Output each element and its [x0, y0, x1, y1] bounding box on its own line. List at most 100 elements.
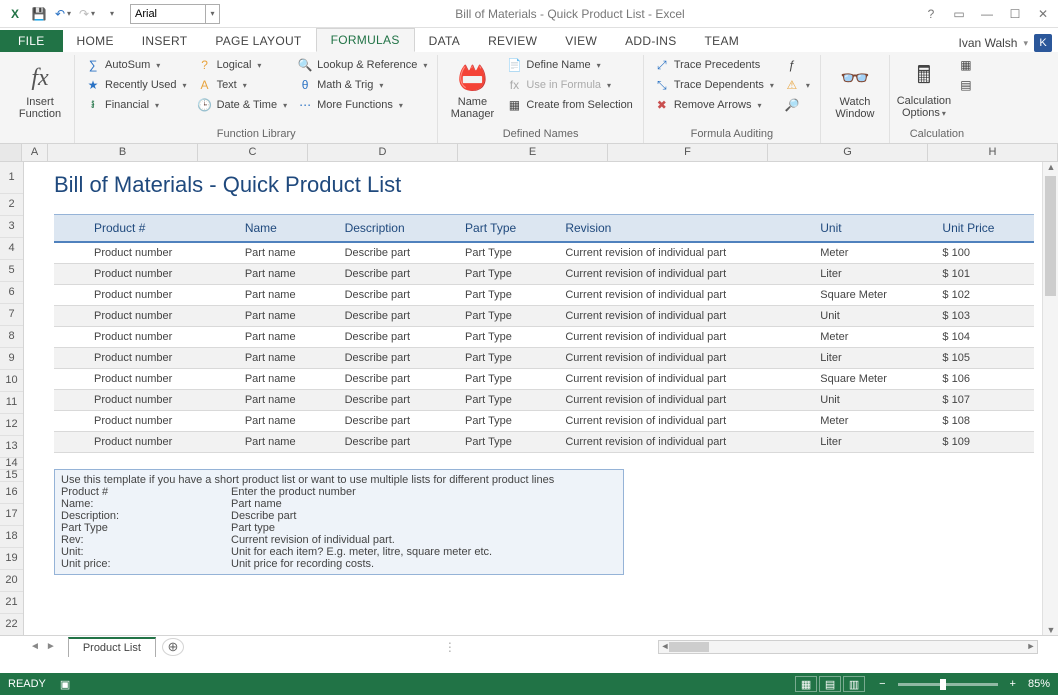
row-header-13[interactable]: 13	[0, 436, 23, 458]
table-cell[interactable]: Current revision of individual part	[555, 285, 810, 306]
row-header-12[interactable]: 12	[0, 414, 23, 436]
more-functions-button[interactable]: ⋯More Functions▾	[293, 95, 431, 115]
table-cell[interactable]: Product number	[54, 285, 235, 306]
zoom-in-button[interactable]: +	[1006, 678, 1020, 690]
tab-page-layout[interactable]: PAGE LAYOUT	[201, 30, 315, 52]
trace-dependents-button[interactable]: ⤡Trace Dependents▾	[650, 75, 778, 95]
create-from-selection-button[interactable]: ▦Create from Selection	[502, 95, 636, 115]
table-row[interactable]: Product numberPart nameDescribe partPart…	[54, 264, 1034, 285]
redo-button[interactable]: ↷▾	[76, 3, 98, 25]
table-header[interactable]: Name	[235, 215, 335, 243]
table-header[interactable]: Part Type	[455, 215, 555, 243]
remove-arrows-button[interactable]: ✖Remove Arrows▾	[650, 95, 778, 115]
table-cell[interactable]: Describe part	[335, 432, 455, 453]
user-name-label[interactable]: Ivan Walsh	[959, 36, 1018, 50]
row-header-11[interactable]: 11	[0, 392, 23, 414]
table-cell[interactable]: Product number	[54, 306, 235, 327]
calculation-options-button[interactable]: 🖩 Calculation Options▾	[896, 55, 952, 126]
tab-home[interactable]: HOME	[63, 30, 128, 52]
table-cell[interactable]: $ 108	[932, 411, 1034, 432]
table-cell[interactable]: Part Type	[455, 348, 555, 369]
user-badge[interactable]: K	[1034, 34, 1052, 52]
table-cell[interactable]: $ 100	[932, 242, 1034, 264]
table-cell[interactable]: $ 103	[932, 306, 1034, 327]
row-header-5[interactable]: 5	[0, 260, 23, 282]
excel-icon[interactable]: X	[4, 3, 26, 25]
row-header-9[interactable]: 9	[0, 348, 23, 370]
table-cell[interactable]: Liter	[810, 432, 932, 453]
table-cell[interactable]: Describe part	[335, 285, 455, 306]
table-cell[interactable]: $ 102	[932, 285, 1034, 306]
table-cell[interactable]: Part name	[235, 411, 335, 432]
table-cell[interactable]: $ 101	[932, 264, 1034, 285]
autosum-button[interactable]: ∑AutoSum▾	[81, 55, 191, 75]
name-manager-button[interactable]: 📛 Name Manager	[444, 55, 500, 126]
scroll-right-button[interactable]: ►	[1025, 641, 1037, 651]
cells-area[interactable]: Bill of Materials - Quick Product List P…	[24, 162, 1058, 635]
date-time-button[interactable]: 🕒Date & Time▾	[193, 95, 292, 115]
column-header-B[interactable]: B	[48, 144, 198, 161]
table-row[interactable]: Product numberPart nameDescribe partPart…	[54, 242, 1034, 264]
table-cell[interactable]: Part Type	[455, 285, 555, 306]
save-button[interactable]: 💾	[28, 3, 50, 25]
table-cell[interactable]: Meter	[810, 411, 932, 432]
zoom-thumb[interactable]	[940, 679, 946, 690]
table-cell[interactable]: Part Type	[455, 432, 555, 453]
vertical-scrollbar[interactable]: ▲ ▼	[1042, 162, 1058, 635]
table-cell[interactable]: Unit	[810, 306, 932, 327]
tab-review[interactable]: REVIEW	[474, 30, 551, 52]
table-cell[interactable]: Part name	[235, 242, 335, 264]
table-cell[interactable]: Part Type	[455, 411, 555, 432]
table-cell[interactable]: Product number	[54, 264, 235, 285]
math-trig-button[interactable]: θMath & Trig▾	[293, 75, 431, 95]
table-cell[interactable]: Current revision of individual part	[555, 306, 810, 327]
table-cell[interactable]: Product number	[54, 432, 235, 453]
table-cell[interactable]: Product number	[54, 348, 235, 369]
row-header-15[interactable]: 15	[0, 470, 23, 482]
vscroll-thumb[interactable]	[1045, 176, 1056, 296]
table-cell[interactable]: $ 107	[932, 390, 1034, 411]
font-name-input[interactable]	[130, 4, 206, 24]
sheet-nav-last[interactable]: ►	[44, 641, 58, 652]
table-row[interactable]: Product numberPart nameDescribe partPart…	[54, 348, 1034, 369]
row-header-18[interactable]: 18	[0, 526, 23, 548]
normal-view-button[interactable]: ▦	[795, 676, 817, 692]
table-cell[interactable]: Part name	[235, 390, 335, 411]
minimize-button[interactable]: —	[976, 7, 998, 21]
evaluate-formula-button[interactable]: 🔎	[780, 95, 814, 115]
table-cell[interactable]: Meter	[810, 327, 932, 348]
table-header[interactable]: Product #	[54, 215, 235, 243]
error-checking-button[interactable]: ⚠▾	[780, 75, 814, 95]
undo-button[interactable]: ↶▾	[52, 3, 74, 25]
table-cell[interactable]: Part Type	[455, 242, 555, 264]
tab-insert[interactable]: INSERT	[128, 30, 202, 52]
table-cell[interactable]: Part name	[235, 306, 335, 327]
hscroll-thumb[interactable]	[669, 642, 709, 652]
sheet-nav-first[interactable]: ◄	[28, 641, 42, 652]
row-header-10[interactable]: 10	[0, 370, 23, 392]
table-cell[interactable]: Liter	[810, 264, 932, 285]
add-sheet-button[interactable]: ⊕	[162, 638, 184, 656]
tab-split-handle[interactable]: ⋮	[444, 640, 456, 654]
row-header-16[interactable]: 16	[0, 482, 23, 504]
table-header[interactable]: Unit	[810, 215, 932, 243]
insert-function-button[interactable]: fx Insert Function	[12, 55, 68, 126]
table-cell[interactable]: Describe part	[335, 390, 455, 411]
table-cell[interactable]: Describe part	[335, 264, 455, 285]
table-cell[interactable]: Current revision of individual part	[555, 411, 810, 432]
table-cell[interactable]: $ 105	[932, 348, 1034, 369]
table-row[interactable]: Product numberPart nameDescribe partPart…	[54, 369, 1034, 390]
column-header-F[interactable]: F	[608, 144, 768, 161]
table-row[interactable]: Product numberPart nameDescribe partPart…	[54, 432, 1034, 453]
calculate-now-button[interactable]: ▦	[954, 55, 978, 75]
row-header-20[interactable]: 20	[0, 570, 23, 592]
table-cell[interactable]: Describe part	[335, 411, 455, 432]
row-header-17[interactable]: 17	[0, 504, 23, 526]
table-cell[interactable]: Part name	[235, 264, 335, 285]
column-header-E[interactable]: E	[458, 144, 608, 161]
trace-precedents-button[interactable]: ⤢Trace Precedents	[650, 55, 778, 75]
financial-button[interactable]: ៛Financial▾	[81, 95, 191, 115]
table-cell[interactable]: Part name	[235, 327, 335, 348]
table-row[interactable]: Product numberPart nameDescribe partPart…	[54, 327, 1034, 348]
table-cell[interactable]: Part name	[235, 348, 335, 369]
